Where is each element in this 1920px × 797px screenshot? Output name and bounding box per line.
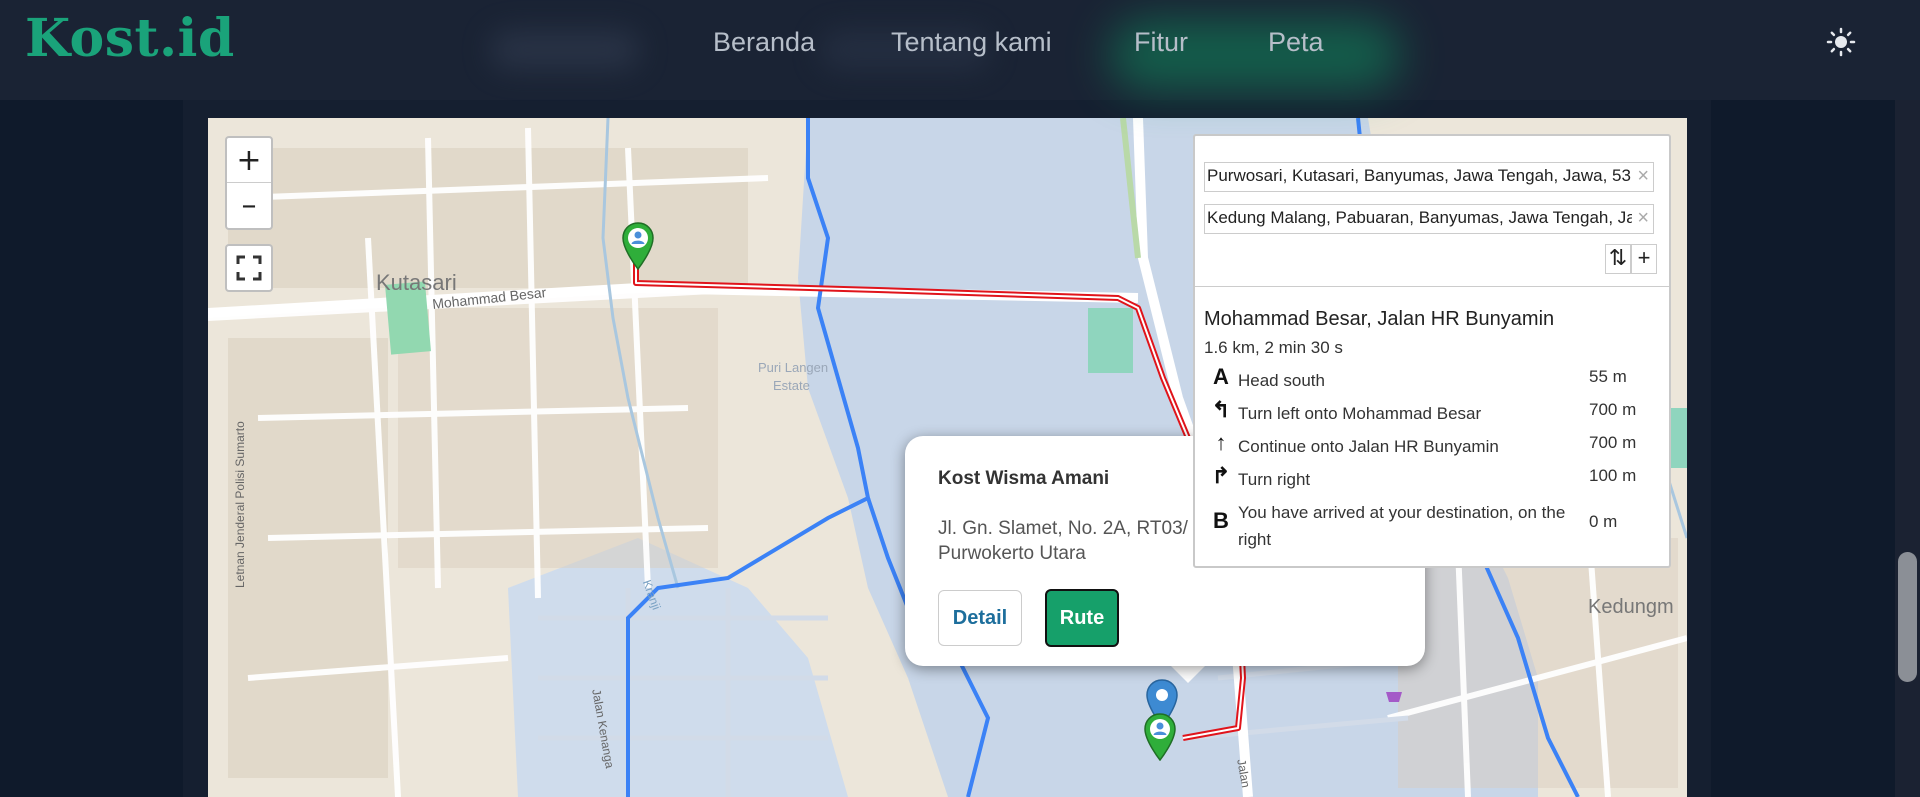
page-scrollbar[interactable] xyxy=(1895,0,1920,797)
popup-kost-address: Jl. Gn. Slamet, No. 2A, RT03/ Purwokerto… xyxy=(938,518,1188,564)
top-navbar: Kost.id Beranda Tentang kami Fitur Peta xyxy=(0,0,1920,100)
site-logo[interactable]: Kost.id xyxy=(25,8,235,69)
route-step-distance: 700 m xyxy=(1589,400,1637,419)
route-step: A Head south 55 m xyxy=(1204,364,1660,394)
route-step-distance: 700 m xyxy=(1589,433,1637,452)
nav-link-beranda[interactable]: Beranda xyxy=(713,27,815,58)
map-label-kedung: Kedungm xyxy=(1588,596,1674,618)
route-step: ↱ Turn right 100 m xyxy=(1204,463,1660,493)
map-label-puri-langen: Puri Langen xyxy=(758,360,829,375)
route-step: ↑ Continue onto Jalan HR Bunyamin 700 m xyxy=(1204,430,1660,460)
detail-button[interactable]: Detail xyxy=(938,590,1022,646)
route-summary: 1.6 km, 2 min 30 s xyxy=(1204,338,1343,357)
destination-icon: B xyxy=(1213,508,1229,533)
route-start-field: × xyxy=(1204,162,1654,192)
nav-link-fitur[interactable]: Fitur xyxy=(1134,27,1188,58)
start-icon: A xyxy=(1213,364,1229,389)
add-waypoint-button[interactable]: + xyxy=(1631,244,1657,274)
reverse-waypoints-button[interactable]: ⇅ xyxy=(1605,244,1631,274)
zoom-in-button[interactable]: + xyxy=(227,138,271,183)
route-step: ↰ Turn left onto Mohammad Besar 700 m xyxy=(1204,397,1660,427)
popup-kost-name: Kost Wisma Amani xyxy=(938,468,1110,489)
nav-link-peta[interactable]: Peta xyxy=(1268,27,1324,58)
routing-panel: × × ⇅ + Mohammad Besar, Jalan HR Bunyami… xyxy=(1193,134,1671,568)
destination-marker-icon[interactable] xyxy=(1144,713,1176,761)
clear-end-icon[interactable]: × xyxy=(1637,207,1649,230)
clear-start-icon[interactable]: × xyxy=(1637,165,1649,188)
route-step-distance: 0 m xyxy=(1589,512,1618,531)
map-label-kutasari: Kutasari xyxy=(376,270,457,295)
route-step-text: Continue onto Jalan HR Bunyamin xyxy=(1238,437,1499,456)
sun-icon[interactable] xyxy=(1826,27,1856,57)
map-view[interactable]: Kutasari Mohammad Besar Puri Langen Esta… xyxy=(208,118,1687,797)
route-start-input[interactable] xyxy=(1205,163,1632,189)
route-step-text: Turn left onto Mohammad Besar xyxy=(1238,404,1482,423)
fullscreen-icon xyxy=(236,255,262,281)
fullscreen-button[interactable] xyxy=(225,244,273,292)
turn-left-icon: ↰ xyxy=(1211,397,1231,422)
nav-link-tentang-kami[interactable]: Tentang kami xyxy=(891,27,1052,58)
popup-tip xyxy=(1168,663,1208,683)
route-end-input[interactable] xyxy=(1205,205,1632,231)
route-step-text: You have arrived at your destination, on… xyxy=(1238,503,1566,549)
kost-location-marker-icon[interactable] xyxy=(622,222,654,270)
route-end-field: × xyxy=(1204,204,1654,234)
route-step-text: Head south xyxy=(1238,371,1325,390)
route-step-distance: 100 m xyxy=(1589,466,1637,485)
nav-glow-decoration xyxy=(490,30,640,70)
routing-divider xyxy=(1195,286,1669,287)
turn-right-icon: ↱ xyxy=(1211,463,1231,488)
zoom-control: + – xyxy=(225,136,273,230)
continue-straight-icon: ↑ xyxy=(1215,430,1227,455)
scrollbar-thumb[interactable] xyxy=(1898,552,1917,682)
route-step: B You have arrived at your destination, … xyxy=(1204,496,1660,552)
route-title: Mohammad Besar, Jalan HR Bunyamin xyxy=(1204,308,1555,330)
route-button[interactable]: Rute xyxy=(1045,589,1119,647)
route-step-distance: 55 m xyxy=(1589,367,1627,386)
map-label-letnan: Letnan Jenderal Polisi Sumarto xyxy=(233,421,247,588)
map-label-estate: Estate xyxy=(773,378,810,393)
zoom-out-button[interactable]: – xyxy=(227,183,271,227)
route-step-text: Turn right xyxy=(1238,470,1311,489)
